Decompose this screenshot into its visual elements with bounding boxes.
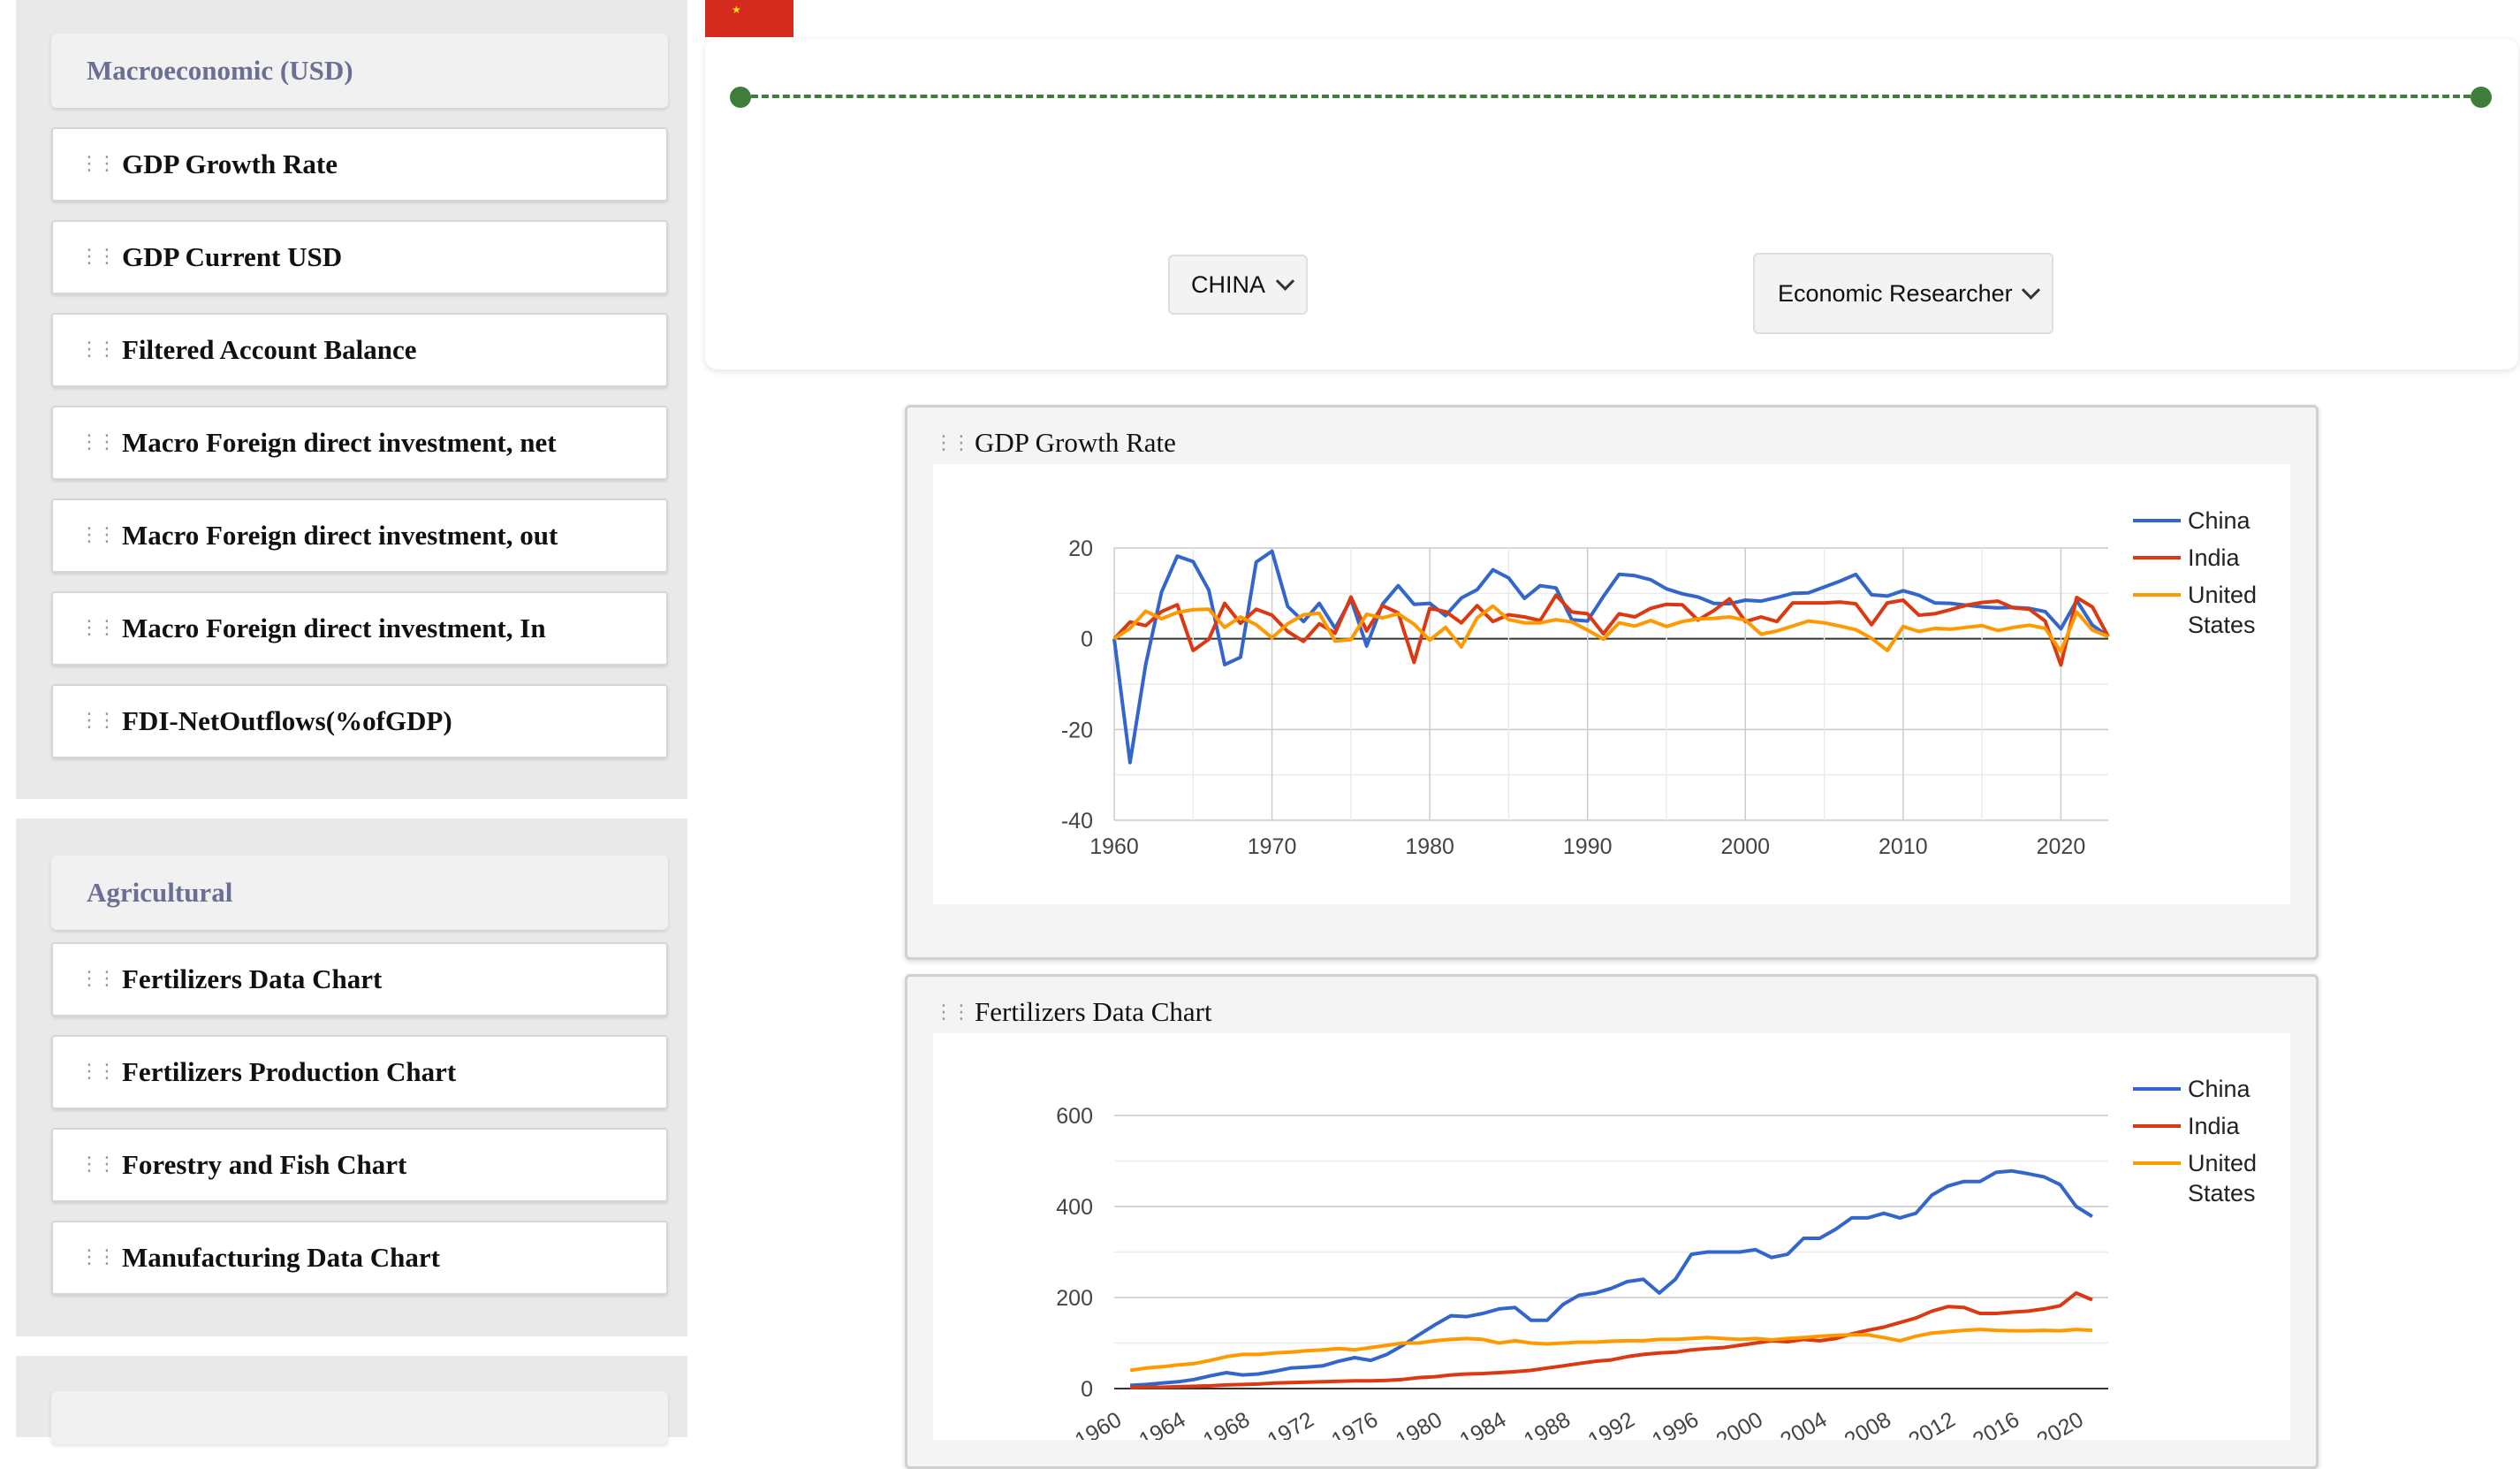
- year-range-start-handle[interactable]: [730, 87, 751, 108]
- sidebar-item-fdi-out[interactable]: ⋮⋮ Macro Foreign direct investment, out: [51, 499, 668, 573]
- x-tick-label: 1970: [1248, 834, 1297, 859]
- china-flag-icon: ★: [705, 0, 793, 37]
- y-tick-label: 20: [1068, 537, 1093, 561]
- chevron-down-icon: [1275, 271, 1295, 291]
- sidebar-item-forestry-fish[interactable]: ⋮⋮ Forestry and Fish Chart: [51, 1128, 668, 1202]
- sidebar-item-label: Manufacturing Data Chart: [122, 1242, 440, 1273]
- gdp-growth-chart: 20 0 -20 -401960 1970 1980 1990 2000 2010 2020 Chi…: [933, 464, 2290, 904]
- sidebar-item-gdp-current-usd[interactable]: ⋮⋮ GDP Current USD: [51, 220, 668, 294]
- x-tick-label: 1960: [1089, 834, 1139, 859]
- sidebar-item-manufacturing-data[interactable]: ⋮⋮ Manufacturing Data Chart: [51, 1221, 668, 1295]
- drag-handle-icon[interactable]: ⋮⋮: [80, 1248, 117, 1267]
- gdp-growth-chart-card: ⋮⋮ GDP Growth Rate 20 0 -20 -40 1960 1970 1980…: [905, 405, 2319, 960]
- legend-label: States: [2188, 612, 2256, 638]
- country-select[interactable]: CHINA: [1168, 255, 1308, 315]
- x-tick-label: 1990: [1563, 834, 1613, 859]
- sidebar-item-label: GDP Current USD: [122, 241, 343, 272]
- y-tick-label: -40: [1061, 809, 1093, 833]
- drag-handle-icon[interactable]: ⋮⋮: [80, 1155, 117, 1175]
- fertilizers-chart-card: ⋮⋮ Fertilizers Data Chart 600 400 200 0 1960…: [905, 974, 2319, 1469]
- legend-label: United: [2188, 582, 2257, 608]
- role-select-value: Economic Researcher: [1778, 279, 2013, 307]
- x-tick-label: 2020: [2037, 834, 2086, 859]
- sidebar-item-label: Macro Foreign direct investment, net: [122, 427, 557, 458]
- sidebar-item-gdp-growth-rate[interactable]: ⋮⋮ GDP Growth Rate: [51, 127, 668, 202]
- drag-handle-icon[interactable]: ⋮⋮: [80, 433, 117, 453]
- chart-card-title: GDP Growth Rate: [975, 427, 1176, 458]
- legend-label: United: [2188, 1150, 2257, 1176]
- drag-handle-icon[interactable]: ⋮⋮: [80, 970, 117, 989]
- filter-card: [705, 39, 2518, 369]
- sidebar-panel-macroeconomic: Macroeconomic (USD) ⋮⋮ GDP Growth Rate ⋮…: [16, 0, 687, 799]
- category-header-next[interactable]: [51, 1391, 668, 1444]
- drag-handle-icon[interactable]: ⋮⋮: [80, 247, 117, 267]
- y-tick-label: 600: [1056, 1104, 1093, 1129]
- drag-handle-icon[interactable]: ⋮⋮: [80, 619, 117, 638]
- drag-handle-icon[interactable]: ⋮⋮: [80, 340, 117, 360]
- sidebar-item-label: Macro Foreign direct investment, out: [122, 520, 558, 551]
- category-header-agricultural[interactable]: Agricultural: [51, 856, 668, 930]
- sidebar-item-label: FDI-NetOutflows(%ofGDP): [122, 705, 452, 736]
- sidebar-item-fertilizers-data[interactable]: ⋮⋮ Fertilizers Data Chart: [51, 942, 668, 1016]
- sidebar-item-label: Forestry and Fish Chart: [122, 1149, 407, 1180]
- sidebar-item-fdi-in[interactable]: ⋮⋮ Macro Foreign direct investment, In: [51, 591, 668, 666]
- drag-handle-icon[interactable]: ⋮⋮: [934, 432, 971, 454]
- y-tick-label: 200: [1056, 1286, 1093, 1311]
- category-header-macroeconomic[interactable]: Macroeconomic (USD): [51, 34, 668, 108]
- legend-label: China: [2188, 507, 2251, 534]
- drag-handle-icon[interactable]: ⋮⋮: [80, 712, 117, 731]
- chart-card-title: Fertilizers Data Chart: [975, 996, 1212, 1027]
- drag-handle-icon[interactable]: ⋮⋮: [80, 155, 117, 174]
- chevron-down-icon: [2021, 280, 2041, 300]
- role-select[interactable]: Economic Researcher: [1753, 253, 2053, 334]
- x-tick-label: 2010: [1879, 834, 1928, 859]
- sidebar-item-fdi-net[interactable]: ⋮⋮ Macro Foreign direct investment, net: [51, 406, 668, 480]
- drag-handle-icon[interactable]: ⋮⋮: [80, 526, 117, 545]
- sidebar-panel-agricultural: Agricultural ⋮⋮ Fertilizers Data Chart ⋮…: [16, 818, 687, 1336]
- sidebar-item-label: Macro Foreign direct investment, In: [122, 613, 546, 643]
- drag-handle-icon[interactable]: ⋮⋮: [934, 1001, 971, 1024]
- y-tick-label: 0: [1081, 1377, 1093, 1402]
- sidebar-item-label: GDP Growth Rate: [122, 148, 338, 179]
- x-tick-label: 2000: [1720, 834, 1770, 859]
- legend-label: India: [2188, 1113, 2241, 1139]
- sidebar-item-fdi-net-outflows[interactable]: ⋮⋮ FDI-NetOutflows(%ofGDP): [51, 684, 668, 758]
- sidebar-item-label: Fertilizers Production Chart: [122, 1056, 457, 1087]
- legend-label: States: [2188, 1180, 2256, 1206]
- sidebar-item-filtered-account-balance[interactable]: ⋮⋮ Filtered Account Balance: [51, 313, 668, 387]
- y-tick-label: -20: [1061, 718, 1093, 742]
- sidebar-panel-next: [16, 1356, 687, 1444]
- y-tick-label: 0: [1081, 628, 1093, 652]
- y-tick-label: 400: [1056, 1195, 1093, 1220]
- legend-label: India: [2188, 544, 2241, 571]
- sidebar-item-label: Fertilizers Data Chart: [122, 963, 383, 994]
- year-range-slider-track[interactable]: [740, 95, 2481, 98]
- sidebar-item-fertilizers-production[interactable]: ⋮⋮ Fertilizers Production Chart: [51, 1035, 668, 1109]
- year-range-end-handle[interactable]: [2471, 87, 2492, 108]
- x-tick-label: 1980: [1405, 834, 1454, 859]
- country-select-value: CHINA: [1191, 270, 1266, 298]
- drag-handle-icon[interactable]: ⋮⋮: [80, 1062, 117, 1082]
- fertilizers-chart: 60040020001960 1964 1968 1972 1976 1980 1984 19…: [933, 1033, 2290, 1440]
- sidebar-item-label: Filtered Account Balance: [122, 334, 417, 365]
- legend-label: China: [2188, 1076, 2251, 1102]
